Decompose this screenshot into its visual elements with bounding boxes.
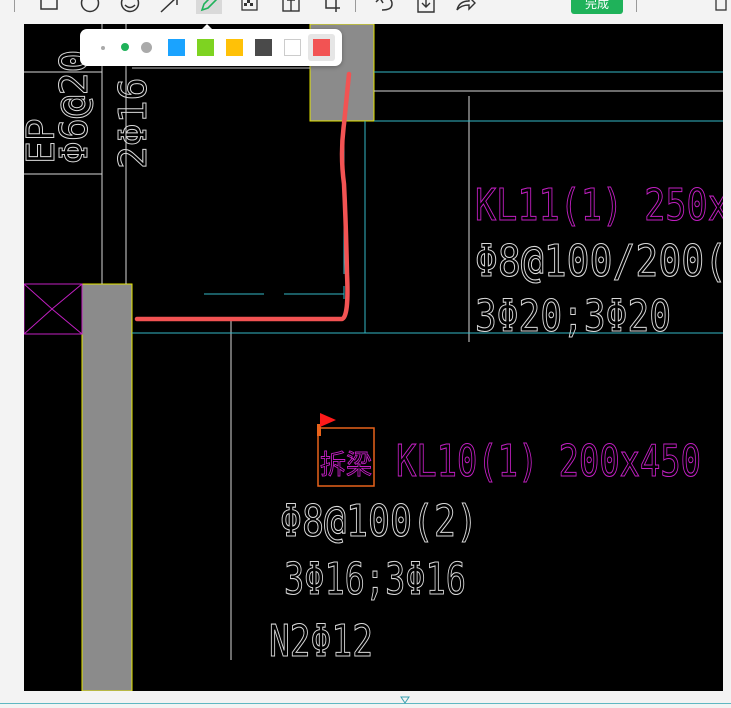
- column-left: [81, 283, 133, 691]
- demolish-annotation[interactable]: 拆梁: [317, 413, 375, 487]
- kl11-name: KL11(1) 250x6: [475, 180, 723, 231]
- text-tool-icon: [282, 0, 300, 12]
- pen-palette: [80, 29, 342, 66]
- emoji-tool-icon: [120, 0, 140, 13]
- tool-crop[interactable]: [318, 0, 344, 14]
- expand-down-icon[interactable]: [400, 696, 410, 704]
- tool-window[interactable]: [708, 0, 731, 14]
- toolbar-divider: [14, 0, 15, 12]
- ellipse-tool-icon: [80, 0, 100, 13]
- toolbar-divider: [636, 0, 637, 12]
- pen-tool-icon: [200, 0, 218, 12]
- color-dark-gray[interactable]: [255, 39, 272, 56]
- tool-rectangle[interactable]: [36, 0, 62, 14]
- flag-icon: [320, 413, 336, 427]
- toolbar-divider: [355, 0, 356, 12]
- tool-arrow[interactable]: [157, 0, 183, 14]
- kl10-torsion: N2Φ12: [269, 616, 373, 667]
- tool-undo[interactable]: [372, 0, 398, 14]
- color-green[interactable]: [197, 39, 214, 56]
- bottom-divider: [0, 703, 731, 704]
- right-edge: [723, 24, 731, 691]
- tool-mosaic[interactable]: [237, 0, 263, 14]
- crop-tool-icon: [325, 0, 340, 12]
- screenshot-toolbar: 完成: [0, 0, 731, 14]
- beam-kl11-annotation: KL11(1) 250x6 Φ8@100/200(2 3Φ20;3Φ20: [474, 179, 723, 342]
- save-icon: [417, 0, 435, 13]
- tool-text[interactable]: [278, 0, 304, 14]
- tool-share[interactable]: [453, 0, 479, 14]
- tool-pen[interactable]: [196, 0, 222, 14]
- bottom-strip: [0, 691, 731, 708]
- kl10-name: KL10(1) 200x450: [396, 436, 701, 487]
- kl10-stirrup: Φ8@100(2): [280, 496, 478, 547]
- color-red[interactable]: [313, 39, 330, 56]
- size-large[interactable]: [141, 42, 152, 53]
- kl10-rebar: 3Φ16;3Φ16: [284, 554, 466, 605]
- tool-save[interactable]: [413, 0, 439, 14]
- kl11-rebar: 3Φ20;3Φ20: [475, 291, 671, 342]
- color-yellow[interactable]: [226, 39, 243, 56]
- arrow-tool-icon: [160, 0, 178, 13]
- color-white[interactable]: [284, 39, 301, 56]
- done-button[interactable]: 完成: [571, 0, 623, 14]
- tool-ellipse[interactable]: [77, 0, 103, 14]
- color-blue[interactable]: [168, 39, 185, 56]
- tool-emoji[interactable]: [117, 0, 143, 14]
- kl11-stirrup: Φ8@100/200(2: [475, 236, 723, 287]
- mosaic-tool-icon: [241, 0, 258, 11]
- hatched-wall: [24, 283, 83, 335]
- size-medium[interactable]: [121, 43, 129, 51]
- size-small[interactable]: [101, 46, 105, 50]
- cad-canvas[interactable]: EP Φ6@20 2Φ16 KL11(1) 250x6 Φ8@100/200(2…: [24, 24, 723, 691]
- undo-icon: [375, 0, 393, 11]
- annotation-text: 拆梁: [320, 450, 372, 481]
- window-icon: [715, 0, 727, 11]
- label-rebar-left: 2Φ16: [111, 77, 155, 169]
- share-icon: [456, 0, 476, 11]
- rectangle-tool-icon: [40, 0, 58, 10]
- label-stirrup-left: Φ6@20: [52, 50, 96, 164]
